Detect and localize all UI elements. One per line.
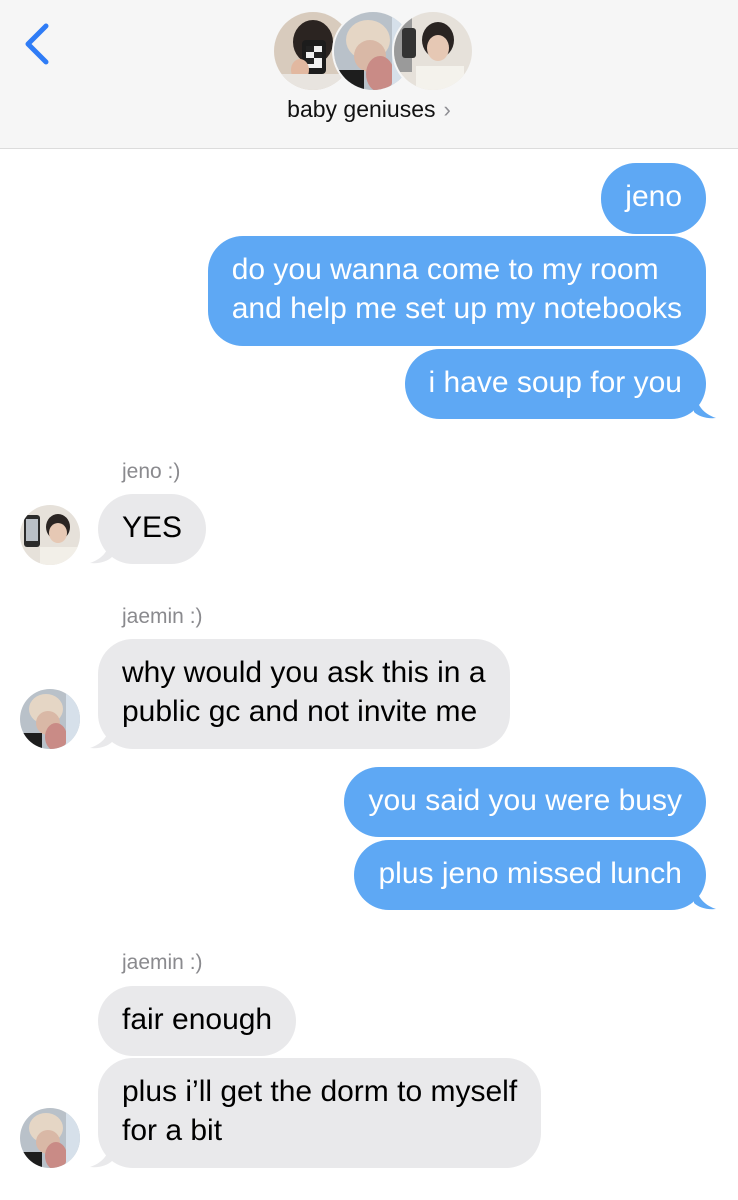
group-avatars[interactable] (270, 10, 474, 92)
sender-name: jaemin :) (122, 951, 203, 974)
message-text: fair enough (122, 1003, 273, 1036)
message-bubble-outgoing[interactable]: plus jeno missed lunch (354, 840, 706, 910)
avatar[interactable] (20, 1108, 80, 1168)
message-text-line: do you wanna come to my room (231, 253, 659, 286)
message-bubble-outgoing[interactable]: you said you were busy (344, 767, 706, 837)
message-text-line: and help me set up my notebooks (231, 292, 682, 325)
bubble-tail (90, 533, 112, 564)
message-text-line: why would you ask this in a (122, 656, 486, 689)
sender-name: jeno :) (122, 460, 181, 483)
message-bubble-incoming[interactable]: why would you ask this in a public gc an… (98, 639, 510, 749)
group-name-label: baby geniuses (287, 96, 436, 122)
bubble-tail (90, 1137, 112, 1168)
back-button[interactable] (18, 18, 64, 70)
message-text: YES (122, 511, 183, 544)
avatar (392, 10, 474, 92)
message-text-line: for a bit (122, 1114, 223, 1147)
message-bubble-incoming[interactable]: YES (98, 494, 207, 564)
message-bubble-outgoing[interactable]: jeno (601, 163, 706, 234)
avatar[interactable] (20, 505, 80, 565)
chevron-left-icon (25, 23, 49, 65)
message-bubble-outgoing[interactable]: do you wanna come to my room and help me… (207, 236, 706, 346)
conversation-header: baby geniuses › (0, 0, 738, 149)
message-text: jeno (625, 180, 682, 213)
chevron-right-icon: › (443, 97, 451, 122)
message-text-line: plus i’ll get the dorm to myself (122, 1075, 518, 1108)
avatar[interactable] (20, 689, 80, 749)
bubble-tail (90, 718, 112, 749)
message-text: plus jeno missed lunch (378, 857, 682, 890)
message-text: i have soup for you (428, 366, 683, 399)
group-title[interactable]: baby geniuses › (0, 96, 738, 123)
message-bubble-incoming[interactable]: plus i’ll get the dorm to myself for a b… (98, 1058, 542, 1168)
message-bubble-incoming[interactable]: fair enough (98, 986, 297, 1056)
sender-name: jaemin :) (122, 605, 203, 628)
message-text-line: public gc and not invite me (122, 695, 478, 728)
message-bubble-outgoing[interactable]: i have soup for you (404, 349, 706, 419)
message-text: you said you were busy (368, 784, 682, 817)
bubble-tail (694, 388, 716, 419)
bubble-tail (694, 879, 716, 910)
